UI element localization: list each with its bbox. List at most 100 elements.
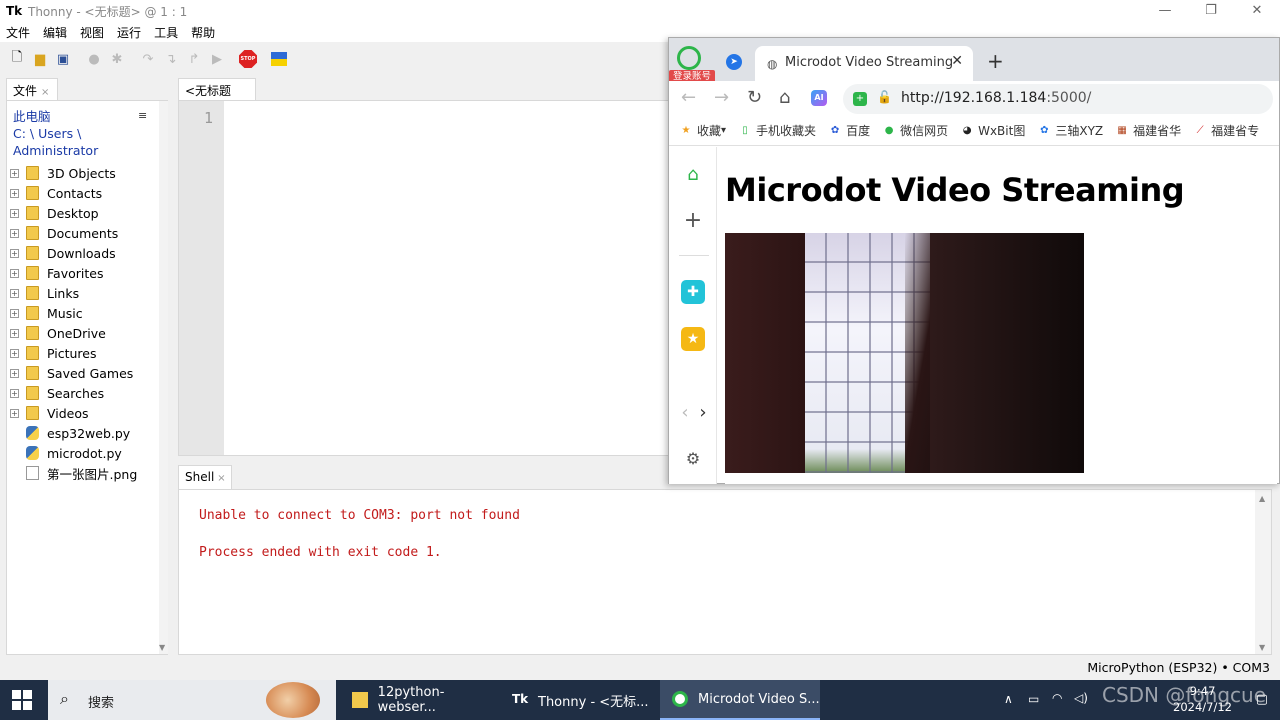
- bookmark-item[interactable]: ▯ 手机收藏夹: [738, 122, 816, 139]
- reload-icon[interactable]: ↻: [747, 87, 762, 108]
- scroll-down-icon[interactable]: ▼: [1259, 643, 1265, 652]
- shield-icon[interactable]: +: [853, 92, 867, 106]
- file-list-item[interactable]: +3D Objects: [7, 163, 157, 183]
- resume-icon[interactable]: ▶: [208, 50, 226, 68]
- location-administrator[interactable]: Administrator: [13, 142, 161, 159]
- favorites-star-icon[interactable]: ★: [681, 327, 705, 351]
- tab-microdot[interactable]: ◍ Microdot Video Streaming ✕: [755, 46, 973, 81]
- file-list-item[interactable]: + Downloads: [7, 243, 157, 263]
- close-window-button[interactable]: ✕: [1234, 0, 1280, 22]
- step-over-icon[interactable]: ↷: [139, 50, 157, 68]
- file-list-item[interactable]: + OneDrive: [7, 323, 157, 343]
- menu-help[interactable]: 帮助: [191, 24, 215, 41]
- shell-panel[interactable]: Unable to connect to COM3: port not foun…: [178, 489, 1272, 655]
- dropdown-icon[interactable]: ▾: [721, 125, 726, 136]
- step-out-icon[interactable]: ↱: [185, 50, 203, 68]
- insecure-lock-icon[interactable]: 🔓: [877, 90, 892, 104]
- expand-icon[interactable]: +: [10, 168, 19, 178]
- file-list-item[interactable]: + Searches: [7, 383, 157, 403]
- file-list-item[interactable]: + Favorites: [7, 263, 157, 283]
- expand-icon[interactable]: +: [10, 348, 19, 358]
- shell-scrollbar[interactable]: ▲ ▼: [1255, 490, 1271, 654]
- close-icon[interactable]: ×: [217, 473, 225, 484]
- restore-button[interactable]: ❐: [1188, 0, 1234, 22]
- file-list-item[interactable]: + Videos: [7, 403, 157, 423]
- menu-run[interactable]: 运行: [117, 24, 141, 41]
- address-bar[interactable]: + 🔓 http://192.168.1.184:5000/: [843, 84, 1273, 114]
- browser-logo-icon[interactable]: [677, 46, 701, 70]
- tab-shell[interactable]: Shell ×: [178, 465, 232, 489]
- expand-icon[interactable]: +: [10, 408, 19, 418]
- menu-file[interactable]: 文件: [6, 24, 30, 41]
- interpreter-status[interactable]: MicroPython (ESP32) • COM3: [1087, 660, 1270, 675]
- expand-icon[interactable]: +: [10, 388, 19, 398]
- open-folder-icon[interactable]: ▆: [31, 50, 49, 68]
- location-users[interactable]: C: \ Users \: [13, 125, 161, 142]
- home-icon[interactable]: ⌂: [681, 163, 705, 187]
- expand-icon[interactable]: +: [10, 288, 19, 298]
- chevron-up-icon[interactable]: ∧: [1004, 692, 1013, 706]
- expand-icon[interactable]: +: [10, 308, 19, 318]
- task-folder[interactable]: 12python-webser...: [340, 680, 500, 720]
- bookmark-item[interactable]: ✿ 三轴XYZ: [1037, 122, 1103, 139]
- minimize-button[interactable]: —: [1142, 0, 1188, 22]
- expand-icon[interactable]: +: [10, 268, 19, 278]
- task-browser[interactable]: Microdot Video S...: [660, 680, 820, 720]
- menu-tools[interactable]: 工具: [154, 24, 178, 41]
- send-icon[interactable]: ➤: [726, 54, 742, 70]
- file-list-item[interactable]: + Saved Games: [7, 363, 157, 383]
- save-icon[interactable]: ▣: [54, 50, 72, 68]
- add-icon[interactable]: +: [681, 209, 705, 233]
- bookmark-item[interactable]: ▦ 福建省华: [1115, 122, 1181, 139]
- file-list-item[interactable]: microdot.py: [7, 443, 157, 463]
- file-list-item[interactable]: 第一张图片.png: [7, 463, 157, 483]
- tab-files[interactable]: 文件 ×: [6, 78, 58, 100]
- file-list-item[interactable]: + Documents: [7, 223, 157, 243]
- close-icon[interactable]: ×: [41, 87, 49, 98]
- file-list-item[interactable]: + Music: [7, 303, 157, 323]
- debug-icon[interactable]: ✱: [108, 50, 126, 68]
- ukraine-flag-icon[interactable]: [270, 50, 288, 68]
- bookmark-item[interactable]: ● 微信网页: [882, 122, 948, 139]
- bookmark-item[interactable]: ⟋ 福建省专: [1193, 122, 1260, 139]
- files-scrollbar[interactable]: ▼: [159, 101, 168, 654]
- scroll-up-icon[interactable]: ▲: [1259, 494, 1265, 503]
- expand-icon[interactable]: +: [10, 248, 19, 258]
- wifi-icon[interactable]: ◠: [1052, 691, 1062, 705]
- tab-untitled[interactable]: <无标题>×: [178, 78, 256, 113]
- close-tab-icon[interactable]: ✕: [951, 53, 963, 69]
- puzzle-icon[interactable]: ✚: [681, 280, 705, 304]
- bookmark-item[interactable]: ★ 收藏 ▾: [679, 122, 727, 139]
- expand-icon[interactable]: +: [10, 328, 19, 338]
- hamburger-menu-icon[interactable]: ≡: [138, 109, 147, 122]
- new-tab-icon[interactable]: +: [987, 49, 1004, 73]
- battery-icon[interactable]: ▭: [1028, 692, 1039, 706]
- volume-icon[interactable]: ◁): [1074, 691, 1088, 705]
- stop-icon[interactable]: STOP: [239, 50, 257, 68]
- back-icon[interactable]: ←: [681, 87, 696, 108]
- expand-icon[interactable]: +: [10, 228, 19, 238]
- task-thonny[interactable]: Tk Thonny - <无标...: [500, 680, 660, 720]
- bookmark-item[interactable]: ✿ 百度: [828, 122, 870, 139]
- file-list-item[interactable]: esp32web.py: [7, 423, 157, 443]
- expand-icon[interactable]: +: [10, 368, 19, 378]
- step-into-icon[interactable]: ↴: [162, 50, 180, 68]
- scroll-down-icon[interactable]: ▼: [159, 643, 165, 652]
- code-editor[interactable]: 1: [178, 100, 678, 456]
- menu-view[interactable]: 视图: [80, 24, 104, 41]
- menu-edit[interactable]: 编辑: [43, 24, 67, 41]
- chevron-right-icon[interactable]: ›: [691, 401, 715, 425]
- settings-gear-icon[interactable]: ⚙: [681, 447, 705, 471]
- file-list-item[interactable]: + Links: [7, 283, 157, 303]
- taskbar-search[interactable]: ⌕ 搜索: [48, 680, 336, 720]
- expand-icon[interactable]: +: [10, 208, 19, 218]
- file-list-item[interactable]: + Desktop: [7, 203, 157, 223]
- expand-icon[interactable]: +: [10, 188, 19, 198]
- file-list-item[interactable]: + Contacts: [7, 183, 157, 203]
- windows-start-icon[interactable]: [12, 690, 32, 710]
- new-file-icon[interactable]: 🗋: [8, 50, 26, 68]
- home-icon[interactable]: ⌂: [779, 87, 790, 108]
- run-icon[interactable]: ●: [85, 50, 103, 68]
- ai-icon[interactable]: AI: [811, 90, 827, 106]
- bookmark-item[interactable]: ◕ WxBit图: [960, 122, 1026, 139]
